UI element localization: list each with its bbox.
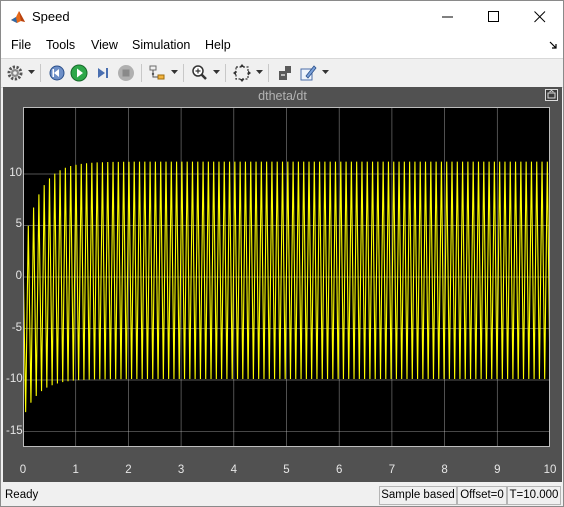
menu-help[interactable]: Help	[205, 38, 231, 52]
stop-icon[interactable]	[116, 63, 136, 83]
x-tick-label: 1	[72, 464, 79, 476]
toolbar-separator	[268, 64, 269, 82]
chevron-down-icon[interactable]	[322, 70, 329, 75]
run-icon[interactable]	[69, 63, 89, 83]
x-tick-label: 3	[177, 464, 185, 476]
minimize-icon	[442, 16, 453, 18]
x-tick-label: 5	[283, 464, 290, 476]
window-title: Speed	[32, 9, 70, 24]
restore-layout-button[interactable]	[545, 89, 558, 101]
time-indicator: T=10.000	[507, 486, 561, 505]
scope-display: dtheta/dt 10 5 0 -5 -10 -15 0 1 2 3 4 5 6 7 8 9 10	[3, 87, 562, 482]
y-tick-label: -5	[11, 321, 22, 334]
scope-window: Speed File Tools View Simulation Help dt…	[0, 0, 564, 507]
toolbar-separator	[183, 64, 184, 82]
x-tick-label: 7	[388, 464, 396, 476]
chevron-down-icon[interactable]	[28, 70, 35, 75]
title-bar[interactable]: Speed	[1, 1, 563, 33]
menu-bar: File Tools View Simulation Help	[1, 33, 563, 58]
x-tick-label: 2	[125, 464, 132, 476]
status-bar: Ready Sample based Offset=0 T=10.000	[1, 484, 563, 506]
x-tick-label: 8	[441, 464, 448, 476]
plot-title: dtheta/dt	[258, 89, 307, 103]
close-icon	[534, 11, 546, 23]
minimize-button[interactable]	[425, 1, 471, 33]
y-tick-label: -15	[6, 424, 23, 437]
menu-file[interactable]: File	[11, 38, 31, 52]
sample-mode-indicator: Sample based	[379, 486, 457, 505]
fit-to-view-icon[interactable]	[232, 63, 252, 83]
step-back-icon[interactable]	[47, 63, 67, 83]
step-forward-icon[interactable]	[93, 63, 113, 83]
y-tick-label: 0	[15, 270, 22, 282]
restore-icon	[547, 90, 556, 99]
maximize-icon	[488, 11, 499, 22]
y-tick-label: 10	[9, 166, 22, 179]
toolbar-separator	[141, 64, 142, 82]
plot-area[interactable]	[23, 107, 550, 447]
chevron-down-icon[interactable]	[171, 70, 178, 75]
maximize-button[interactable]	[471, 1, 517, 33]
toolbar-separator	[40, 64, 41, 82]
status-ready: Ready	[5, 489, 39, 501]
highlight-block-icon[interactable]	[298, 63, 318, 83]
menu-view[interactable]: View	[91, 38, 118, 52]
waveform-chart	[23, 107, 550, 447]
offset-indicator: Offset=0	[457, 486, 507, 505]
signal-selector-icon[interactable]	[147, 63, 167, 83]
toolbar	[1, 58, 563, 88]
chevron-down-icon[interactable]	[213, 70, 220, 75]
chevron-down-icon[interactable]	[256, 70, 263, 75]
x-tick-label: 10	[543, 464, 557, 476]
menu-simulation[interactable]: Simulation	[132, 38, 190, 52]
x-tick-label: 6	[335, 464, 343, 476]
undock-arrow-icon[interactable]	[549, 41, 557, 49]
zoom-icon[interactable]	[190, 63, 210, 83]
y-tick-label: -10	[6, 373, 23, 386]
x-tick-label: 0	[19, 464, 27, 476]
cursor-measurements-icon[interactable]	[275, 63, 295, 83]
y-tick-label: 5	[15, 218, 22, 231]
matlab-logo-icon	[10, 9, 26, 25]
x-tick-label: 4	[230, 464, 237, 476]
toolbar-separator	[225, 64, 226, 82]
x-tick-label: 9	[494, 464, 501, 476]
gear-icon[interactable]	[5, 63, 25, 83]
menu-tools[interactable]: Tools	[46, 38, 75, 52]
close-button[interactable]	[517, 1, 563, 33]
